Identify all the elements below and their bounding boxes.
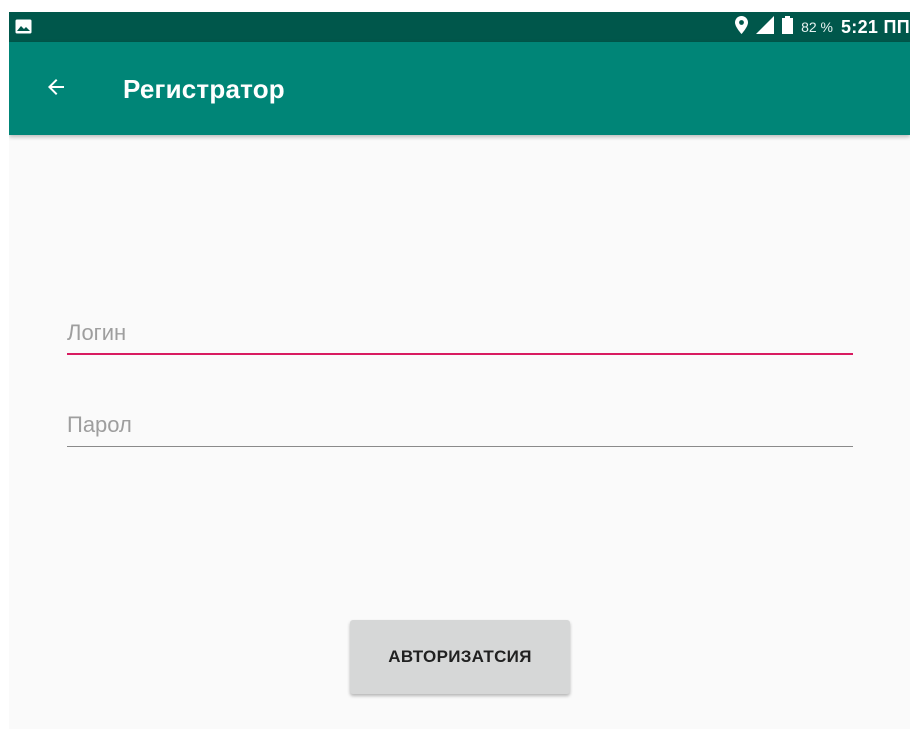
- battery-icon: [782, 15, 794, 39]
- arrow-left-icon: [44, 75, 68, 104]
- page-title: Регистратор: [123, 74, 285, 104]
- login-input[interactable]: [67, 318, 853, 348]
- login-underline: [67, 353, 853, 355]
- app-bar: Регистратор: [9, 42, 910, 135]
- back-button[interactable]: [39, 72, 73, 106]
- password-underline: [67, 446, 853, 447]
- authorize-button[interactable]: АВТОРИЗАТСИЯ: [350, 620, 570, 694]
- battery-level: 82 %: [801, 19, 833, 35]
- password-field: [67, 410, 853, 447]
- app-screen: 82 % 5:21 ПП Регистратор АВТОРИЗАТСИЯ: [9, 12, 910, 729]
- gallery-icon: [15, 19, 32, 34]
- login-field: [67, 318, 853, 355]
- location-icon: [735, 15, 749, 39]
- status-icons: 82 % 5:21 ПП: [735, 12, 910, 42]
- signal-icon: [756, 15, 775, 39]
- clock: 5:21 ПП: [840, 16, 910, 37]
- status-bar: 82 % 5:21 ПП: [9, 12, 910, 42]
- password-input[interactable]: [67, 410, 853, 440]
